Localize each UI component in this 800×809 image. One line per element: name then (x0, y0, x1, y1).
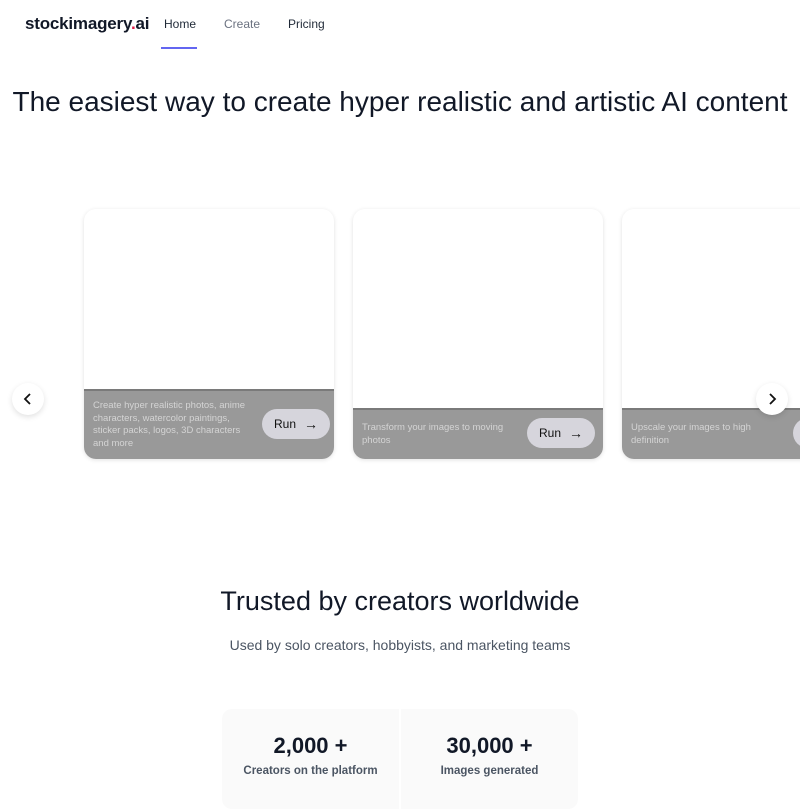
chevron-right-icon (769, 393, 777, 405)
nav-link-pricing[interactable]: Pricing (288, 17, 325, 31)
card-footer: Transform your images to moving photos R… (353, 408, 603, 459)
stat-value: 30,000 + (446, 733, 533, 758)
stat-label: Creators on the platform (243, 765, 378, 777)
trusted-subtitle: Used by solo creators, hobbyists, and ma… (229, 637, 571, 653)
logo-text: stockimagery (25, 14, 131, 33)
card-footer: Create hyper realistic photos, anime cha… (84, 389, 334, 459)
run-label: Run (539, 426, 562, 440)
logo[interactable]: stockimagery.ai (25, 14, 149, 34)
arrow-right-icon: → (304, 416, 319, 432)
carousel-prev-button[interactable] (12, 383, 44, 415)
card-description: Transform your images to moving photos (362, 422, 504, 446)
feature-card[interactable]: Upscale your images to high definition R… (622, 209, 800, 459)
nav-link-create[interactable]: Create (224, 17, 260, 31)
stat-creators: 2,000 + Creators on the platform (222, 709, 399, 809)
chevron-left-icon (23, 393, 31, 405)
card-description: Upscale your images to high definition (631, 422, 751, 446)
stat-label: Images generated (440, 765, 539, 777)
run-button[interactable]: Run → (527, 418, 596, 448)
trusted-title: Trusted by creators worldwide (220, 586, 580, 616)
arrow-right-icon: → (569, 425, 584, 441)
active-tab-indicator (161, 47, 197, 49)
feature-card[interactable]: Transform your images to moving photos R… (353, 209, 603, 459)
carousel-next-button[interactable] (756, 383, 788, 415)
stat-images: 30,000 + Images generated (399, 709, 578, 809)
card-footer: Upscale your images to high definition R… (622, 408, 800, 459)
run-button[interactable]: Run → (793, 418, 800, 448)
card-description: Create hyper realistic photos, anime cha… (93, 400, 246, 449)
feature-card[interactable]: Create hyper realistic photos, anime cha… (84, 209, 334, 459)
run-label: Run (274, 417, 297, 431)
run-button[interactable]: Run → (262, 409, 331, 439)
top-nav: stockimagery.ai Home Create Pricing (0, 0, 800, 50)
logo-suffix: ai (135, 14, 150, 33)
stat-value: 2,000 + (273, 733, 348, 758)
stats-panel: 2,000 + Creators on the platform 30,000 … (222, 709, 578, 809)
nav-link-home[interactable]: Home (164, 17, 196, 31)
hero-title: The easiest way to create hyper realisti… (12, 86, 788, 117)
